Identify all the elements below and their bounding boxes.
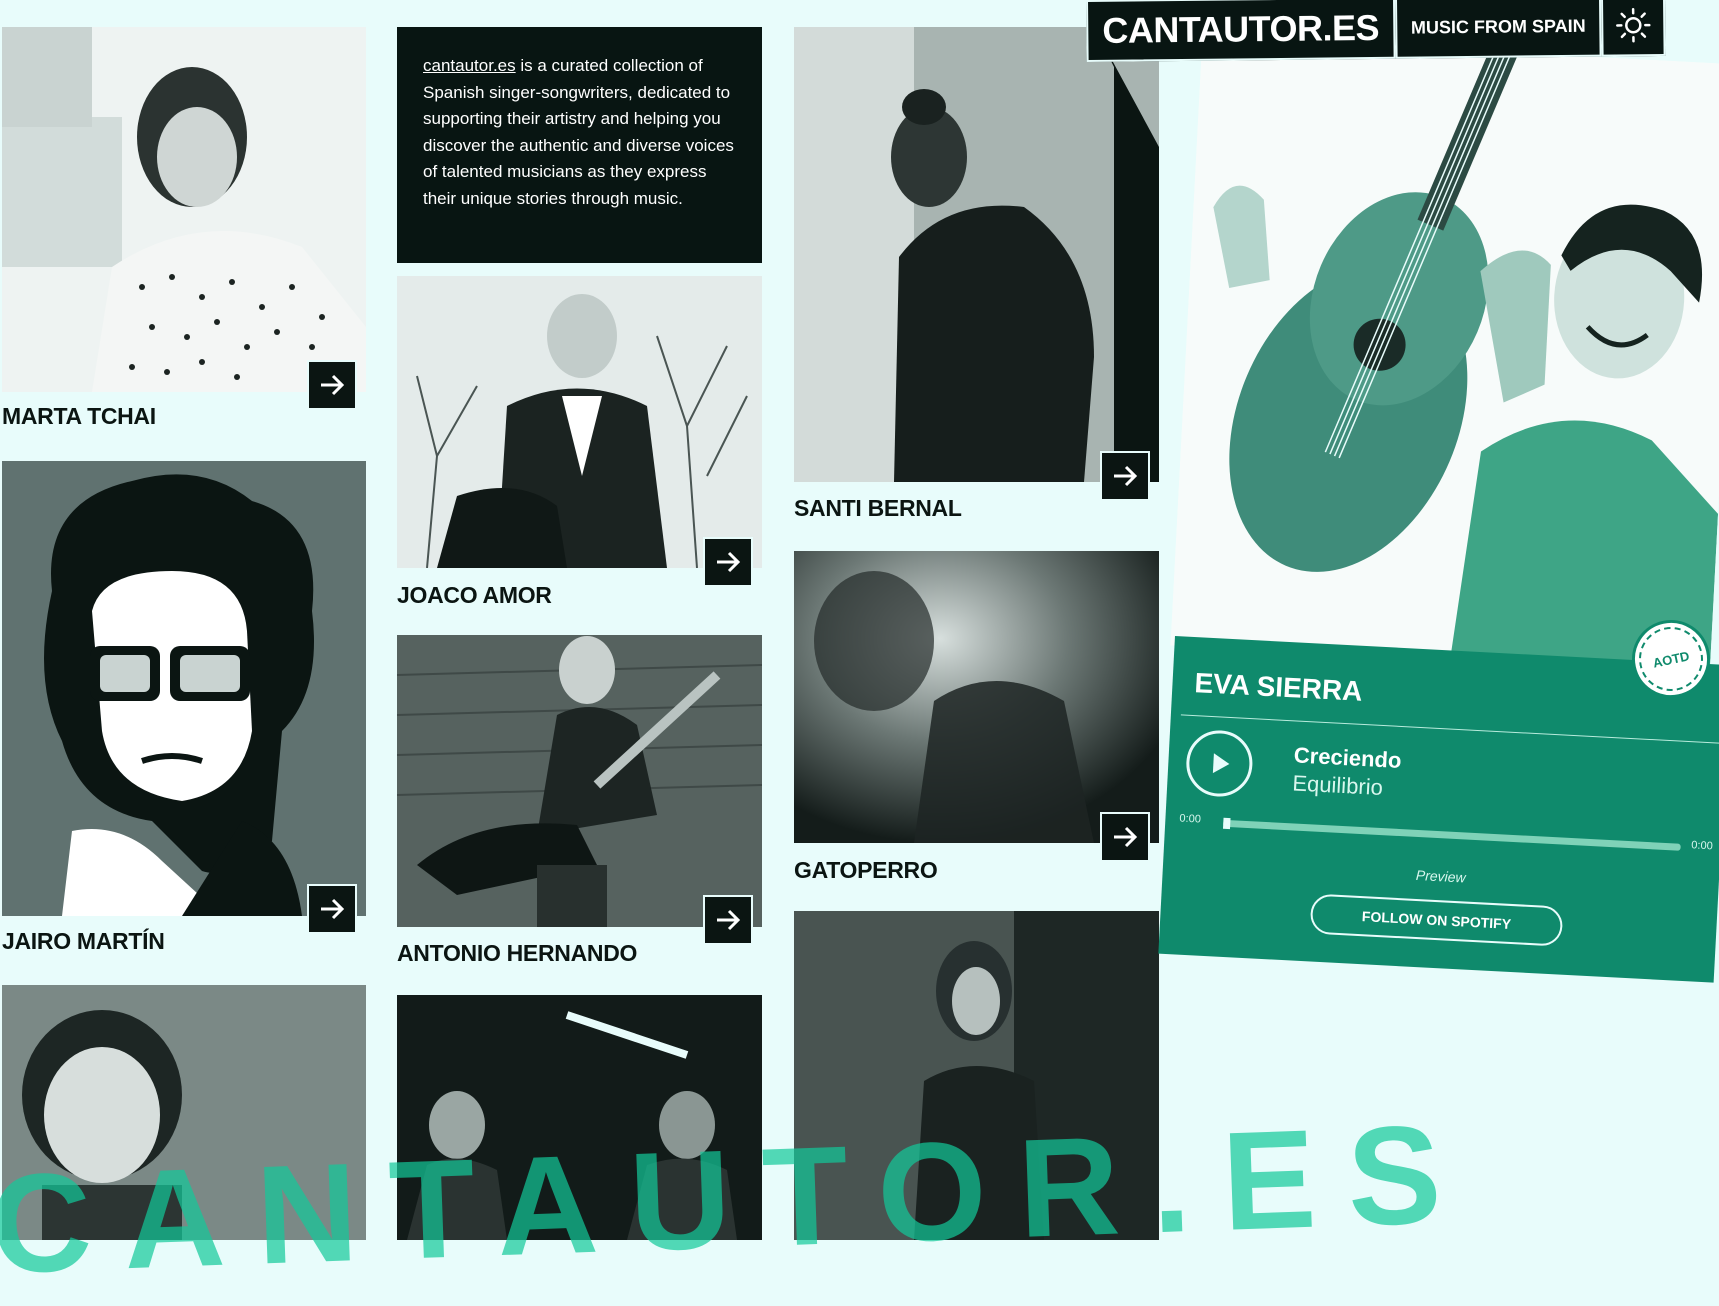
divider bbox=[1181, 714, 1719, 744]
open-artist-button[interactable] bbox=[1100, 451, 1150, 501]
time-elapsed: 0:00 bbox=[1179, 812, 1201, 825]
featured-player-card: EVA SIERRA Creciendo Equilibrio 0:00 0:0… bbox=[1158, 636, 1719, 983]
artist-name[interactable]: ANTONIO HERNANDO bbox=[397, 940, 637, 967]
intro-text: cantautor.es is a curated collection of … bbox=[397, 27, 762, 263]
play-icon bbox=[1204, 748, 1236, 780]
arrow-right-icon bbox=[1110, 461, 1140, 491]
arrow-right-icon bbox=[317, 370, 347, 400]
site-header: CANTAUTOR.ES MUSIC FROM SPAIN bbox=[1086, 0, 1666, 60]
preview-label: Preview bbox=[1163, 854, 1719, 899]
artist-photo-antonio-hernando[interactable] bbox=[397, 635, 762, 927]
time-total: 0:00 bbox=[1691, 839, 1713, 852]
track-title: Creciendo bbox=[1293, 742, 1402, 774]
open-artist-button[interactable] bbox=[1100, 812, 1150, 862]
arrow-right-icon bbox=[317, 894, 347, 924]
site-link[interactable]: cantautor.es bbox=[423, 56, 516, 75]
artist-name[interactable]: SANTI BERNAL bbox=[794, 495, 962, 522]
artist-name[interactable]: GATOPERRO bbox=[794, 857, 937, 884]
artist-photo-marta-tchai[interactable] bbox=[2, 27, 366, 392]
featured-artist-name[interactable]: EVA SIERRA bbox=[1194, 667, 1363, 708]
artist-photo[interactable] bbox=[794, 911, 1159, 1240]
arrow-right-icon bbox=[1110, 822, 1140, 852]
album-title: Equilibrio bbox=[1292, 770, 1384, 801]
artist-photo[interactable] bbox=[2, 985, 366, 1240]
intro-body: is a curated collection of Spanish singe… bbox=[423, 56, 734, 208]
open-artist-button[interactable] bbox=[307, 884, 357, 934]
play-button[interactable] bbox=[1185, 729, 1254, 798]
artist-name[interactable]: JAIRO MARTÍN bbox=[2, 928, 165, 955]
open-artist-button[interactable] bbox=[307, 360, 357, 410]
progress-handle[interactable] bbox=[1223, 818, 1231, 829]
artist-name[interactable]: MARTA TCHAI bbox=[2, 403, 156, 430]
featured-artist-photo bbox=[1170, 36, 1719, 673]
artist-photo-jairo-martin[interactable] bbox=[2, 461, 366, 916]
arrow-right-icon bbox=[713, 905, 743, 935]
artist-photo-gatoperro[interactable] bbox=[794, 551, 1159, 843]
follow-on-spotify-button[interactable]: FOLLOW ON SPOTIFY bbox=[1310, 894, 1564, 947]
progress-bar[interactable] bbox=[1223, 820, 1681, 851]
theme-toggle-button[interactable] bbox=[1601, 0, 1666, 57]
artist-photo-santi-bernal[interactable] bbox=[794, 27, 1159, 482]
arrow-right-icon bbox=[713, 547, 743, 577]
artist-photo-joaco-amor[interactable] bbox=[397, 276, 762, 568]
sun-icon bbox=[1615, 7, 1651, 43]
artist-photo[interactable] bbox=[397, 995, 762, 1240]
badge-label: AOTD bbox=[1633, 621, 1709, 697]
open-artist-button[interactable] bbox=[703, 895, 753, 945]
open-artist-button[interactable] bbox=[703, 537, 753, 587]
site-logo[interactable]: CANTAUTOR.ES bbox=[1086, 0, 1395, 62]
site-tagline: MUSIC FROM SPAIN bbox=[1395, 0, 1602, 59]
artist-name[interactable]: JOACO AMOR bbox=[397, 582, 552, 609]
